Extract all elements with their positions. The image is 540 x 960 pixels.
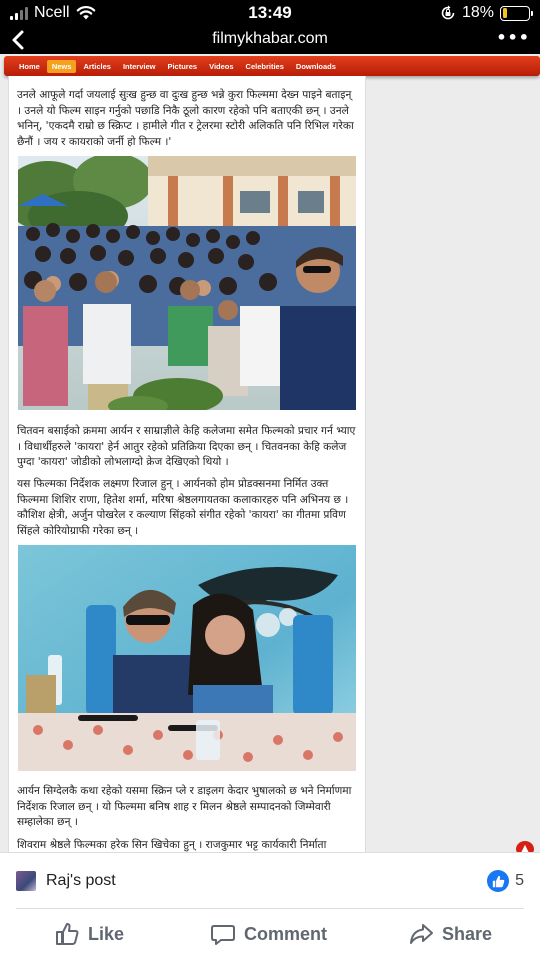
nav-videos[interactable]: Videos (204, 60, 238, 73)
more-dots-icon[interactable]: ••• (496, 28, 530, 47)
url-text[interactable]: filmykhabar.com (0, 30, 540, 48)
article-paragraph: आर्यन सिग्देलकै कथा रहेको यसमा स्क्रिन प… (17, 785, 352, 828)
share-button[interactable]: Share (408, 921, 492, 947)
article-photo-press-meet (18, 545, 356, 771)
site-nav: Home News Articles Interview Pictures Vi… (4, 56, 540, 76)
article-paragraph: उनले आफूले गर्दा जयलाई सुःख हुन्छ वा दुः… (17, 89, 354, 148)
page-viewport[interactable]: Home News Articles Interview Pictures Vi… (0, 54, 540, 852)
article-photo-college-crowd (18, 156, 356, 410)
nav-news[interactable]: News (46, 59, 77, 73)
nav-downloads[interactable]: Downloads (291, 60, 341, 73)
article-body: उनले आफूले गर्दा जयलाई सुःख हुन्छ वा दुः… (8, 76, 366, 852)
article-paragraph: यस फिल्मका निर्देशक लक्ष्मण रिजाल हुन् ।… (17, 478, 349, 537)
divider (16, 908, 524, 909)
thumbs-up-icon (56, 923, 79, 945)
like-button[interactable]: Like (54, 921, 124, 947)
nav-celebrities[interactable]: Celebrities (241, 60, 289, 73)
nav-interview[interactable]: Interview (118, 60, 161, 73)
share-arrow-icon (410, 924, 433, 944)
status-bar: Ncell 13:49 18% (0, 0, 540, 28)
nav-pictures[interactable]: Pictures (162, 60, 202, 73)
like-label: Like (88, 923, 125, 944)
like-count: 5 (515, 872, 524, 889)
battery-percent: 18% (461, 4, 494, 21)
post-actions: Like Comment Share (0, 921, 540, 951)
post-thumbnail (16, 871, 36, 891)
orientation-lock-icon (441, 5, 455, 20)
browser-bar: filmykhabar.com ••• (0, 28, 540, 54)
article-paragraph: शिवराम श्रेष्ठले फिल्मका हरेक सिन खिचेका… (17, 839, 327, 851)
post-title[interactable]: Raj's post (46, 872, 116, 890)
facebook-post-bar: Raj's post 5 Like Comment Share (0, 852, 540, 960)
status-right: 18% (440, 4, 533, 22)
battery-icon (500, 5, 533, 21)
share-label: Share (442, 923, 493, 944)
nav-home[interactable]: Home (14, 60, 45, 73)
like-badge-icon (487, 870, 510, 892)
post-header[interactable]: Raj's post 5 (16, 863, 526, 899)
article-paragraph: चितवन बसाईको क्रममा आर्यन र साम्राज्ञीले… (17, 425, 356, 468)
comment-button[interactable]: Comment (210, 921, 327, 947)
comment-label: Comment (244, 923, 328, 944)
like-summary[interactable]: 5 (487, 870, 524, 892)
nav-articles[interactable]: Articles (78, 60, 116, 73)
comment-bubble-icon (211, 925, 235, 945)
